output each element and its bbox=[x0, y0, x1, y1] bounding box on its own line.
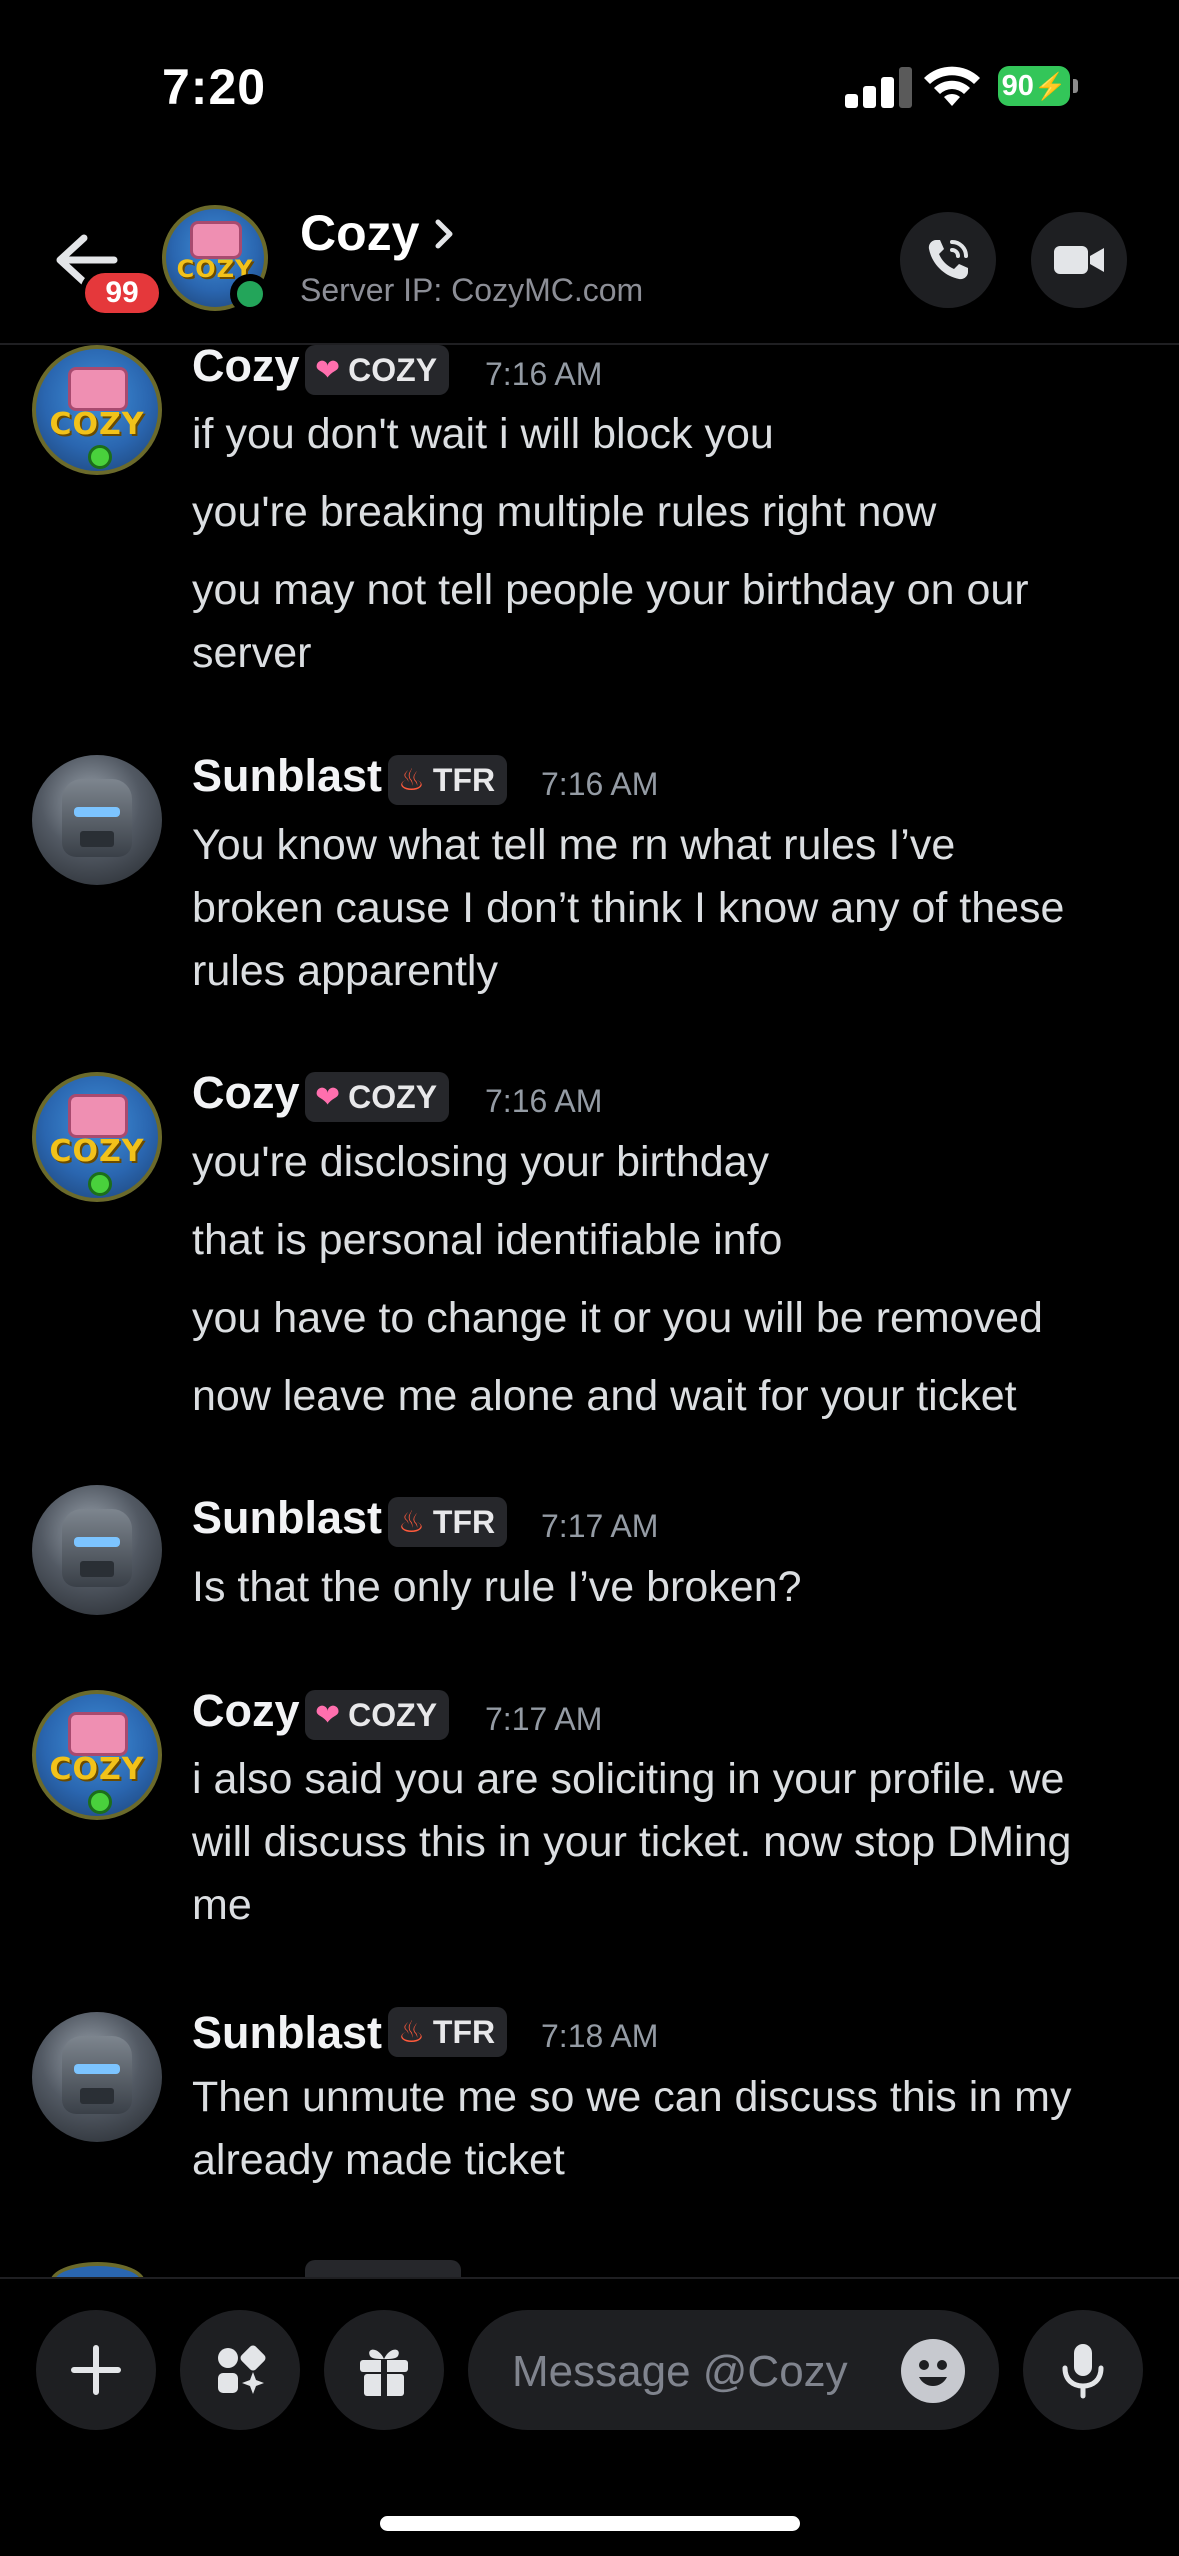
server-tag[interactable]: ♨ TFR bbox=[388, 2007, 508, 2057]
message-text[interactable]: will discuss this in your ticket. now st… bbox=[192, 1811, 1071, 1874]
battery-cap bbox=[1073, 79, 1078, 93]
gift-icon bbox=[360, 2349, 408, 2396]
unread-count-badge: 99 bbox=[80, 268, 164, 318]
server-tag[interactable]: ♨ TFR bbox=[388, 755, 508, 805]
author-avatar[interactable] bbox=[32, 2012, 162, 2142]
battery-level: 90 ⚡ bbox=[998, 66, 1070, 106]
message-text[interactable]: You know what tell me rn what rules I’ve bbox=[192, 814, 955, 877]
message-input[interactable]: Message @Cozy bbox=[468, 2310, 999, 2430]
cozy-logo-text: COZY bbox=[49, 1134, 145, 1169]
message-text[interactable]: you have to change it or you will be rem… bbox=[192, 1287, 1043, 1350]
gift-button[interactable] bbox=[324, 2310, 444, 2430]
cozy-logo-text: COZY bbox=[49, 1752, 145, 1787]
apps-button[interactable] bbox=[180, 2310, 300, 2430]
message-text[interactable]: broken cause I don’t think I know any of… bbox=[192, 877, 1064, 940]
message-text[interactable]: if you don't wait i will block you bbox=[192, 403, 774, 466]
next-message-peek bbox=[0, 2256, 1179, 2278]
cozy-pig-icon bbox=[190, 221, 242, 259]
message-text[interactable]: you're breaking multiple rules right now bbox=[192, 481, 936, 544]
flame-icon: ♨ bbox=[398, 2015, 425, 2049]
flame-icon: ♨ bbox=[398, 763, 425, 797]
server-tag[interactable]: ❤ COZY bbox=[305, 1690, 450, 1740]
robot-eyes bbox=[74, 1537, 120, 1547]
flame-icon: ♨ bbox=[398, 1505, 425, 1539]
phone-call-icon bbox=[928, 240, 968, 280]
message-timestamp: 7:16 AM bbox=[485, 1083, 603, 1119]
message-text[interactable]: Is that the only rule I’ve broken? bbox=[192, 1556, 802, 1619]
server-tag[interactable]: ❤ COZY bbox=[305, 345, 450, 395]
author-name[interactable]: Cozy bbox=[192, 340, 300, 392]
cozy-logo-text: COZY bbox=[49, 407, 145, 442]
header-title[interactable]: Cozy bbox=[300, 204, 419, 262]
header-subtitle: Server IP: CozyMC.com bbox=[300, 272, 644, 308]
charging-bolt-icon: ⚡ bbox=[1033, 70, 1067, 101]
message-text[interactable]: server bbox=[192, 622, 311, 685]
message-timestamp: 7:17 AM bbox=[485, 1701, 603, 1737]
gem-icon bbox=[88, 445, 112, 469]
author-avatar-partial bbox=[50, 2262, 145, 2278]
message-text[interactable]: you may not tell people your birthday on… bbox=[192, 559, 1029, 622]
robot-eyes bbox=[74, 2064, 120, 2074]
plus-icon bbox=[71, 2345, 121, 2395]
server-tag[interactable]: ❤ COZY bbox=[305, 1072, 450, 1122]
microphone-icon bbox=[1062, 2344, 1104, 2399]
message-text[interactable]: you're disclosing your birthday bbox=[192, 1131, 769, 1194]
heart-icon: ❤ bbox=[315, 1698, 341, 1732]
robot-mouth bbox=[80, 2088, 114, 2104]
video-call-button[interactable] bbox=[1031, 212, 1127, 308]
message-input-placeholder: Message @Cozy bbox=[512, 2347, 848, 2396]
message-text[interactable]: rules apparently bbox=[192, 940, 498, 1003]
author-name[interactable]: Cozy bbox=[192, 1067, 300, 1119]
battery-indicator: 90 ⚡ bbox=[998, 66, 1078, 106]
message-text[interactable]: already made ticket bbox=[192, 2129, 565, 2192]
voice-message-button[interactable] bbox=[1023, 2310, 1143, 2430]
status-bar: 7:20 90 ⚡ bbox=[0, 0, 1179, 180]
home-indicator[interactable] bbox=[380, 2516, 800, 2531]
status-time: 7:20 bbox=[162, 59, 267, 115]
voice-call-button[interactable] bbox=[900, 212, 996, 308]
heart-icon: ❤ bbox=[315, 1080, 341, 1114]
emoji-button[interactable] bbox=[901, 2339, 965, 2403]
message-text[interactable]: i also said you are soliciting in your p… bbox=[192, 1748, 1064, 1811]
wifi-icon bbox=[924, 66, 980, 106]
heart-icon: ❤ bbox=[315, 353, 341, 387]
cozy-pig-icon bbox=[68, 1712, 128, 1756]
apps-icon bbox=[218, 2345, 266, 2394]
author-name[interactable]: Sunblast bbox=[192, 1492, 382, 1544]
chevron-right-icon[interactable] bbox=[432, 214, 458, 254]
robot-mouth bbox=[80, 1561, 114, 1577]
dm-screen: 7:20 90 ⚡ 99 COZY Cozy Server IP: CozyMC… bbox=[0, 0, 1179, 2556]
robot-eyes bbox=[74, 807, 120, 817]
message-timestamp: 7:18 AM bbox=[541, 2018, 659, 2054]
message-text[interactable]: me bbox=[192, 1874, 252, 1937]
smiley-icon bbox=[919, 2360, 947, 2386]
message-composer: Message @Cozy bbox=[0, 2277, 1179, 2556]
author-avatar[interactable]: COZY bbox=[32, 1690, 162, 1820]
message-timestamp: 7:17 AM bbox=[541, 1508, 659, 1544]
online-status-dot bbox=[230, 274, 270, 314]
chat-header: 99 COZY Cozy Server IP: CozyMC.com bbox=[0, 180, 1179, 345]
message-timestamp: 7:16 AM bbox=[485, 356, 603, 392]
cozy-pig-icon bbox=[68, 367, 128, 411]
robot-mouth bbox=[80, 831, 114, 847]
server-tag[interactable]: ♨ TFR bbox=[388, 1497, 508, 1547]
author-name[interactable]: Sunblast bbox=[192, 750, 382, 802]
cozy-pig-icon bbox=[68, 1094, 128, 1138]
author-avatar[interactable]: COZY bbox=[32, 345, 162, 475]
message-timestamp: 7:16 AM bbox=[541, 766, 659, 802]
author-avatar[interactable] bbox=[32, 755, 162, 885]
author-avatar[interactable]: COZY bbox=[32, 1072, 162, 1202]
author-avatar[interactable] bbox=[32, 1485, 162, 1615]
message-text[interactable]: Then unmute me so we can discuss this in… bbox=[192, 2066, 1071, 2129]
message-text[interactable]: that is personal identifiable info bbox=[192, 1209, 782, 1272]
gem-icon bbox=[88, 1790, 112, 1814]
add-attachment-button[interactable] bbox=[36, 2310, 156, 2430]
gem-icon bbox=[88, 1172, 112, 1196]
cellular-signal-icon bbox=[845, 66, 913, 108]
author-name[interactable]: Cozy bbox=[192, 1685, 300, 1737]
tag-partial bbox=[305, 2260, 461, 2278]
author-name[interactable]: Sunblast bbox=[192, 2007, 382, 2059]
video-camera-icon bbox=[1054, 246, 1104, 274]
message-text[interactable]: now leave me alone and wait for your tic… bbox=[192, 1365, 1017, 1428]
